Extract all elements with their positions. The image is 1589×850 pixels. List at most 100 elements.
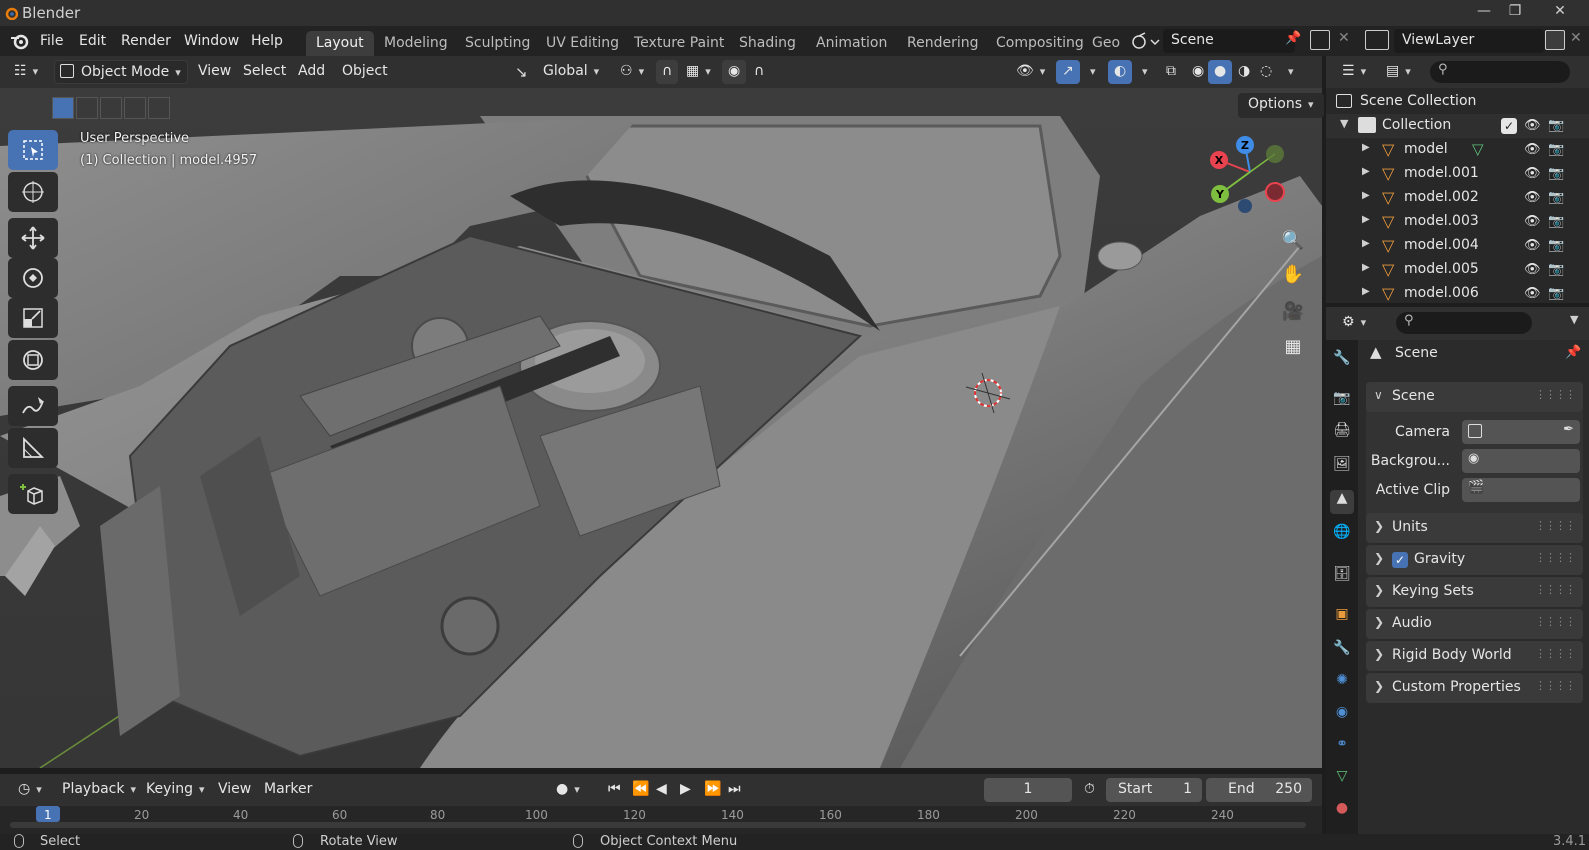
timeline-editor-type-icon[interactable]: ◷ <box>12 778 48 802</box>
eye-icon[interactable]: 👁 <box>1524 118 1541 134</box>
outliner-object-row[interactable]: ▶ ▽ model.002 👁 📷 <box>1326 186 1589 210</box>
viewport-menu-object[interactable]: Object <box>336 60 394 84</box>
particles-tab-icon[interactable]: ✺ <box>1330 672 1354 696</box>
scene-name-field[interactable]: Scene <box>1163 29 1295 53</box>
view-layer-tab-icon[interactable]: 🖼 <box>1330 456 1354 480</box>
select-new-icon[interactable] <box>52 97 74 119</box>
output-tab-icon[interactable]: 🖨 <box>1330 422 1354 446</box>
timeline-menu-playback[interactable]: Playback <box>56 778 142 802</box>
expand-right-icon[interactable]: ▶ <box>1362 166 1370 177</box>
pin-icon[interactable]: 📌 <box>1565 345 1581 360</box>
drag-grip-icon[interactable]: ⋮⋮⋮⋮ <box>1535 583 1576 596</box>
properties-editor-type-icon[interactable]: ⚙ <box>1336 311 1372 335</box>
select-extend-icon[interactable] <box>76 97 98 119</box>
collection-tab-icon[interactable]: 🗄 <box>1330 566 1354 590</box>
gravity-panel[interactable]: ❯ ✓ Gravity ⋮⋮⋮⋮ <box>1366 545 1583 575</box>
end-frame-field[interactable]: End 250 <box>1206 778 1312 802</box>
scale-tool[interactable] <box>8 298 58 338</box>
eye-icon[interactable]: 👁 <box>1524 190 1541 206</box>
eye-icon[interactable]: 👁 <box>1524 238 1541 254</box>
data-tab-icon[interactable]: ▽ <box>1330 768 1354 792</box>
constraints-tab-icon[interactable]: ⚭ <box>1330 736 1354 760</box>
editor-type-icon[interactable]: ☷ <box>8 60 44 84</box>
timeline-menu-view[interactable]: View <box>212 778 257 802</box>
drag-grip-icon[interactable]: ⋮⋮⋮⋮ <box>1535 647 1576 660</box>
audio-panel[interactable]: ❯ Audio ⋮⋮⋮⋮ <box>1366 609 1583 639</box>
view-layer-icon[interactable] <box>1365 30 1389 50</box>
camera-icon[interactable]: 📷 <box>1548 286 1564 302</box>
outliner-search-input[interactable]: ⚲ <box>1430 61 1570 83</box>
camera-icon[interactable]: 📷 <box>1548 166 1564 182</box>
transform-tool[interactable] <box>8 340 58 380</box>
select-subtract-icon[interactable] <box>100 97 122 119</box>
properties-options-icon[interactable]: ▼ <box>1570 313 1578 326</box>
outliner-object-row[interactable]: ▶ ▽ model.003 👁 📷 <box>1326 210 1589 234</box>
timeline-menu-keying[interactable]: Keying <box>140 778 211 802</box>
physics-tab-icon[interactable]: ◉ <box>1330 704 1354 728</box>
camera-view-icon[interactable]: 🎥 <box>1278 297 1308 327</box>
timeline-menu-marker[interactable]: Marker <box>258 778 318 802</box>
camera-field[interactable]: ✒ <box>1462 420 1580 444</box>
scene-browse-icon[interactable] <box>1131 31 1161 51</box>
tab-compositing[interactable]: Compositing <box>986 31 1094 56</box>
tab-layout[interactable]: Layout <box>306 31 374 56</box>
add-cube-tool[interactable] <box>8 474 58 514</box>
viewport-menu-select[interactable]: Select <box>237 60 292 84</box>
expand-right-icon[interactable]: ▶ <box>1362 142 1370 153</box>
camera-icon[interactable]: 📷 <box>1548 262 1564 278</box>
menu-edit[interactable]: Edit <box>79 33 106 49</box>
menu-file[interactable]: File <box>40 33 63 49</box>
current-frame-field[interactable]: 1 <box>984 778 1072 802</box>
proportional-editing-icon[interactable]: ◉ <box>722 60 747 84</box>
tool-settings-tab-icon[interactable]: 🔧 <box>1330 350 1354 374</box>
auto-keying-icon[interactable]: ● <box>550 778 586 802</box>
world-tab-icon[interactable]: 🌐 <box>1330 524 1354 548</box>
collection-exclude-checkbox[interactable]: ✓ <box>1501 118 1517 134</box>
eye-icon[interactable]: 👁 <box>1524 286 1541 302</box>
eye-icon[interactable]: 👁 <box>1524 142 1541 158</box>
minimize-icon[interactable]: — <box>1469 3 1499 23</box>
tab-uv-editing[interactable]: UV Editing <box>536 31 629 56</box>
material-shading-icon[interactable]: ◑ <box>1232 60 1256 84</box>
render-tab-icon[interactable]: 📷 <box>1330 390 1354 414</box>
orthographic-grid-icon[interactable]: ▦ <box>1278 332 1308 362</box>
shading-dropdown-icon[interactable] <box>1276 60 1300 84</box>
select-box-tool[interactable] <box>8 130 58 170</box>
tab-modeling[interactable]: Modeling <box>374 31 458 56</box>
options-dropdown[interactable]: Options <box>1238 93 1324 118</box>
menu-help[interactable]: Help <box>251 33 283 49</box>
view-layer-field[interactable]: ViewLayer <box>1394 29 1544 53</box>
rendered-shading-icon[interactable]: ◌ <box>1254 60 1278 84</box>
object-tab-icon[interactable]: ▣ <box>1330 606 1354 630</box>
new-scene-icon[interactable] <box>1310 30 1330 50</box>
expand-right-icon[interactable]: ▶ <box>1362 190 1370 201</box>
overlay-toggle-icon[interactable]: ◐ <box>1108 60 1133 84</box>
rigid-body-world-panel[interactable]: ❯ Rigid Body World ⋮⋮⋮⋮ <box>1366 641 1583 671</box>
active-clip-field[interactable]: 🎬 <box>1462 478 1580 502</box>
start-frame-field[interactable]: Start 1 <box>1106 778 1202 802</box>
eyedropper-icon[interactable]: ✒ <box>1563 422 1574 437</box>
drag-grip-icon[interactable]: ⋮⋮⋮⋮ <box>1535 615 1576 628</box>
material-tab-icon[interactable]: ● <box>1330 800 1354 824</box>
pivot-point-icon[interactable]: ⚇ <box>614 60 650 84</box>
tab-shading[interactable]: Shading <box>729 31 806 56</box>
object-mode-dropdown[interactable]: Object Mode <box>54 60 188 84</box>
viewport-menu-add[interactable]: Add <box>292 60 331 84</box>
camera-icon[interactable]: 📷 <box>1548 238 1564 254</box>
solid-shading-icon[interactable]: ● <box>1208 60 1233 84</box>
close-icon[interactable]: ✕ <box>1545 3 1575 23</box>
play-reverse-icon[interactable]: ◀ <box>650 778 673 802</box>
play-icon[interactable]: ▶ <box>674 778 697 802</box>
camera-icon[interactable]: 📷 <box>1548 214 1564 230</box>
tab-animation[interactable]: Animation <box>806 31 897 56</box>
maximize-icon[interactable]: ❐ <box>1500 3 1530 23</box>
tab-texture-paint[interactable]: Texture Paint <box>624 31 734 56</box>
move-tool[interactable] <box>8 218 58 258</box>
pan-hand-icon[interactable]: ✋ <box>1278 260 1308 290</box>
jump-end-icon[interactable]: ⏭ <box>722 778 747 802</box>
keying-sets-panel[interactable]: ❯ Keying Sets ⋮⋮⋮⋮ <box>1366 577 1583 607</box>
drag-grip-icon[interactable]: ⋮⋮⋮⋮ <box>1535 519 1576 532</box>
expand-right-icon[interactable]: ▶ <box>1362 286 1370 297</box>
zoom-icon[interactable]: 🔍 <box>1278 226 1308 256</box>
custom-properties-panel[interactable]: ❯ Custom Properties ⋮⋮⋮⋮ <box>1366 673 1583 703</box>
